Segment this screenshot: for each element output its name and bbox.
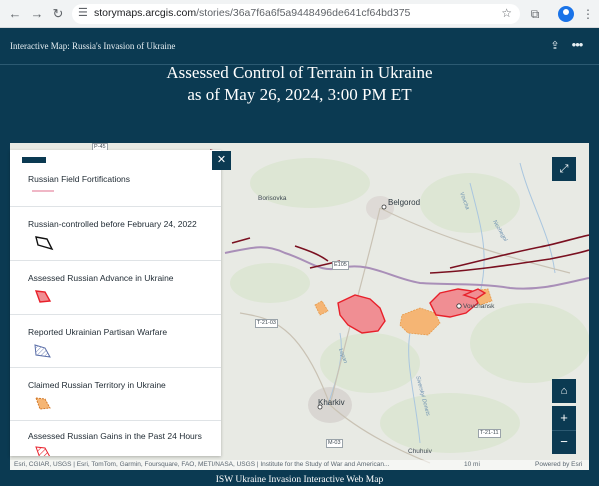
- browser-toolbar: ← → ↻ ☰ storymaps.arcgis.com/stories/36a…: [0, 0, 599, 28]
- legend-label: Assessed Russian Advance in Ukraine: [28, 273, 174, 283]
- map-heading: Assessed Control of Terrain in Ukraine a…: [0, 62, 599, 106]
- legend-item-claimed: Claimed Russian Territory in Ukraine: [10, 368, 221, 421]
- legend-label: Claimed Russian Territory in Ukraine: [28, 380, 166, 390]
- map-attribution: Esri, CGIAR, USGS | Esri, TomTom, Garmin…: [10, 460, 589, 470]
- legend-item-gains-24h: Assessed Russian Gains in the Past 24 Ho…: [10, 421, 221, 456]
- legend-label: Assessed Russian Gains in the Past 24 Ho…: [28, 431, 202, 441]
- road-m03: M-03: [326, 439, 343, 448]
- legend-label: Russian Field Fortifications: [28, 174, 131, 184]
- home-icon[interactable]: ⌂: [552, 379, 576, 403]
- extensions-icon[interactable]: ⧉: [527, 6, 543, 22]
- vovchansk-marker: [456, 303, 462, 309]
- story-header: Interactive Map: Russia's Invasion of Uk…: [0, 28, 599, 65]
- forward-arrow-icon[interactable]: →: [28, 5, 46, 23]
- road-t2103: T-21-03: [255, 319, 278, 328]
- place-belgorod: Belgorod: [388, 198, 421, 207]
- hatched-polygon-icon: [34, 344, 51, 358]
- url-text[interactable]: storymaps.arcgis.com/stories/36a7f6a6f5a…: [94, 7, 410, 19]
- orange-polygon-icon: [35, 397, 51, 410]
- map-footer-caption: ISW Ukraine Invasion Interactive Web Map: [215, 475, 384, 485]
- bookmark-star-icon[interactable]: ☆: [501, 6, 512, 20]
- scale-bar: 10 mi: [464, 461, 480, 468]
- powered-by-esri[interactable]: Powered by Esri: [535, 460, 582, 470]
- place-chuhuiv: Chuhuiv: [408, 448, 432, 455]
- more-options-icon[interactable]: •••: [570, 37, 584, 52]
- legend-item-partisan: Reported Ukrainian Partisan Warfare: [10, 315, 221, 368]
- road-t2111: T-21-11: [478, 429, 501, 438]
- legend-label: Reported Ukrainian Partisan Warfare: [28, 327, 168, 337]
- zoom-out-icon[interactable]: −: [552, 430, 576, 454]
- place-borisovka: Borisovka: [258, 195, 287, 202]
- belgorod-marker: [381, 204, 387, 210]
- heading-line-1: Assessed Control of Terrain in Ukraine: [166, 63, 433, 82]
- attribution-text[interactable]: Esri, CGIAR, USGS | Esri, TomTom, Garmin…: [14, 460, 389, 470]
- site-settings-icon[interactable]: ☰: [78, 6, 88, 19]
- share-icon[interactable]: ⇪: [548, 39, 562, 53]
- legend-tab: [22, 157, 46, 163]
- fortification-line-icon: [32, 190, 54, 192]
- story-title: Interactive Map: Russia's Invasion of Uk…: [10, 41, 176, 51]
- profile-avatar[interactable]: [558, 6, 574, 22]
- expand-icon[interactable]: ⤢: [552, 157, 576, 181]
- zoom-in-icon[interactable]: +: [552, 406, 576, 430]
- close-icon[interactable]: ✕: [212, 151, 231, 170]
- red-polygon-icon: [34, 290, 52, 303]
- road-e105: E105: [332, 261, 349, 270]
- legend-label: Russian-controlled before February 24, 2…: [28, 219, 197, 229]
- outline-polygon-icon: [35, 236, 54, 251]
- reload-icon[interactable]: ↻: [49, 5, 67, 23]
- legend-item-advance: Assessed Russian Advance in Ukraine: [10, 261, 221, 315]
- legend-item-pre-2022: Russian-controlled before February 24, 2…: [10, 207, 221, 261]
- back-arrow-icon[interactable]: ←: [6, 5, 24, 23]
- map-legend[interactable]: Russian Field Fortifications Russian-con…: [10, 150, 221, 456]
- browser-menu-icon[interactable]: ⋮: [580, 6, 596, 22]
- heading-line-2: as of May 26, 2024, 3:00 PM ET: [187, 85, 412, 104]
- place-kharkiv: Kharkiv: [318, 398, 345, 407]
- red-hatched-polygon-icon: [35, 446, 51, 456]
- address-bar[interactable]: ☰ storymaps.arcgis.com/stories/36a7f6a6f…: [72, 4, 520, 24]
- place-vovchansk: Vovchansk: [463, 303, 495, 310]
